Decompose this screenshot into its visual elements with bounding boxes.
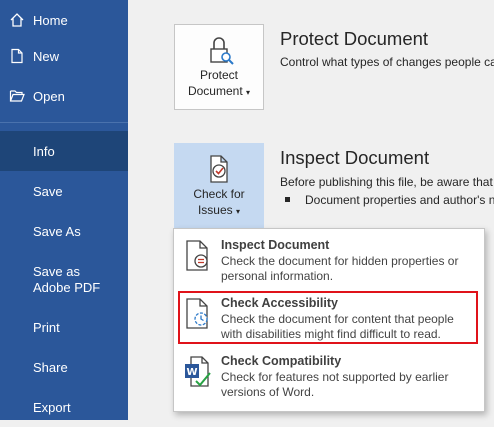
check-button-label-2: Issues ▾ [197, 203, 241, 217]
sidebar-item-label: Info [33, 143, 55, 159]
lock-key-icon [210, 37, 234, 65]
sidebar-item-label: Save As [33, 223, 81, 239]
protect-document-button[interactable]: Protect Document ▾ [174, 24, 264, 110]
sidebar-item-share[interactable]: Share [0, 347, 128, 387]
sidebar-item-save[interactable]: Save [0, 171, 128, 211]
chevron-down-icon: ▾ [246, 88, 251, 97]
menu-item-title: Check Accessibility [221, 296, 338, 310]
accessibility-check-icon [186, 298, 208, 329]
menu-item-inspect-document[interactable]: Inspect Document Check the document for … [174, 231, 484, 289]
sidebar-item-export[interactable]: Export [0, 387, 128, 427]
word-compatibility-icon: W [185, 356, 211, 387]
svg-text:W: W [186, 367, 197, 378]
sidebar-item-save-as[interactable]: Save As [0, 211, 128, 251]
sidebar-item-save-as-adobe-pdf[interactable]: Save as Adobe PDF [0, 256, 110, 306]
folder-open-icon [9, 90, 25, 102]
sidebar-divider [0, 122, 128, 123]
sidebar-item-label: Export [33, 399, 71, 415]
sidebar-item-label: New [33, 48, 60, 64]
sidebar-item-label: Open [33, 88, 65, 104]
sidebar-item-label: Share [33, 359, 68, 375]
sidebar-item-home[interactable]: Home [0, 0, 128, 40]
bullet-icon [285, 197, 290, 202]
menu-item-description: Check for features not supported by earl… [221, 370, 449, 399]
new-document-icon [11, 48, 23, 64]
menu-item-title: Check Compatibility [221, 354, 342, 368]
inspect-bullet-item: Document properties and author's n [305, 193, 494, 207]
chevron-down-icon: ▾ [236, 207, 241, 216]
inspect-section-description: Before publishing this file, be aware th… [280, 175, 493, 189]
sidebar-item-new[interactable]: New [0, 36, 128, 76]
menu-item-check-compatibility[interactable]: W Check Compatibility Check for features… [174, 347, 484, 405]
inspect-document-icon [186, 240, 208, 271]
menu-item-description: Check the document for hidden properties… [221, 254, 459, 283]
protect-section-description: Control what types of changes people ca [280, 55, 494, 69]
sidebar-item-print[interactable]: Print [0, 307, 128, 347]
inspect-section-title: Inspect Document [280, 147, 430, 168]
protect-section-title: Protect Document [280, 28, 429, 49]
check-for-issues-button[interactable]: Check for Issues ▾ [174, 143, 264, 229]
backstage-sidebar: Home New Open Info Save Save As Save as … [0, 0, 128, 420]
document-check-icon [210, 155, 228, 183]
sidebar-item-open[interactable]: Open [0, 76, 128, 116]
protect-button-label-2: Document ▾ [187, 84, 251, 98]
sidebar-item-label: Print [33, 319, 60, 335]
sidebar-item-label: Home [33, 12, 68, 28]
menu-item-title: Inspect Document [221, 238, 330, 252]
sidebar-item-label: Save as Adobe PDF [33, 264, 101, 295]
check-for-issues-menu: Inspect Document Check the document for … [173, 228, 485, 412]
sidebar-item-label: Save [33, 183, 63, 199]
check-button-label-1: Check for [193, 187, 245, 201]
menu-item-check-accessibility[interactable]: Check Accessibility Check the document f… [174, 289, 484, 347]
home-icon [10, 13, 24, 27]
menu-item-description: Check the document for content that peop… [221, 312, 454, 341]
protect-button-label-1: Protect [199, 68, 238, 82]
sidebar-item-info[interactable]: Info [0, 131, 128, 171]
